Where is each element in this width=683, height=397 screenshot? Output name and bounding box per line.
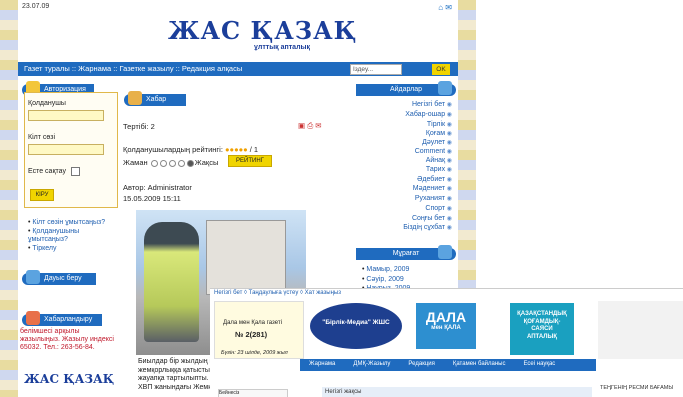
category-item[interactable]: Тарих xyxy=(426,166,452,173)
weekly-logo[interactable]: ҚАЗАҚСТАНДЫҚ ҚОҒАМДЫҚ- САЯСИ АПТАЛЫҚ xyxy=(510,303,574,355)
browser-viewport: { "header":{"date":"23.07.09","logo":"ЖА… xyxy=(0,0,683,397)
overlay-menu-item[interactable]: ДМҚ-Жазылу xyxy=(344,359,399,369)
rating-stars: ●●●●● xyxy=(225,145,248,154)
ornament-left xyxy=(0,0,18,397)
archive-header: Мұрағат xyxy=(356,245,456,260)
overlay-menu-item[interactable]: Қатамен байланыс xyxy=(444,359,515,369)
search-input[interactable]: Іздеу... xyxy=(350,64,402,75)
vote-icon xyxy=(26,270,40,284)
pdf-icon[interactable]: ▣ xyxy=(298,121,305,130)
ads-text: белімшесі арқылы жазылыңыз. Жазылу индекс… xyxy=(20,328,114,351)
home-icon[interactable]: ⌂ xyxy=(438,3,443,12)
search-button[interactable]: OK xyxy=(432,64,450,75)
article-datetime: 15.05.2009 15:11 xyxy=(123,194,181,203)
forgot-password-link[interactable]: Кілт сөзін ұмытсаңыз? xyxy=(28,219,108,228)
issue-title: Дала мен Қала газеті xyxy=(223,320,282,326)
rating-row: Қолданушылардың рейтингі: ●●●●● / 1 xyxy=(123,145,259,154)
remember-label: Есте сақтау xyxy=(28,168,66,175)
category-item[interactable]: Біздің сұхбат xyxy=(403,224,452,231)
archive-item[interactable]: Сәуір, 2009 xyxy=(362,276,403,283)
news-icon xyxy=(128,91,142,105)
category-item[interactable]: Хабар-ошар xyxy=(405,111,452,118)
ads-header: Хабарландыру xyxy=(22,311,102,326)
rating-radio-4[interactable] xyxy=(177,159,185,167)
megaphone-icon xyxy=(26,311,40,325)
rating-scale: Жаман Жақсы xyxy=(123,158,219,167)
birlik-media-logo[interactable]: "Бірлік-Медиа" ЖШС xyxy=(310,303,402,349)
article-order: Тертібі: 2 xyxy=(123,122,155,131)
article-author: Автор: Administrator xyxy=(123,183,192,192)
password-field[interactable] xyxy=(28,144,104,155)
article-tools: ▣ ⎙ ✉ xyxy=(298,121,322,131)
header-icons: ⌂ ✉ xyxy=(438,3,452,12)
photo-building xyxy=(206,220,286,295)
auth-links: Кілт сөзін ұмытсаңыз? Қолданушыны ұмытса… xyxy=(28,219,108,253)
category-item[interactable]: Тірлік xyxy=(427,121,452,128)
archive-icon xyxy=(438,245,452,259)
category-item[interactable]: Comment xyxy=(415,148,452,155)
register-link[interactable]: Тіркелу xyxy=(28,245,108,254)
overlay-menu-item[interactable]: Жарнама xyxy=(300,359,344,369)
password-label: Кілт сөзі xyxy=(28,134,56,141)
overlay-menu-item[interactable]: Редакция xyxy=(399,359,443,369)
date-label: 23.07.09 xyxy=(22,3,50,10)
category-item[interactable]: Дәулет xyxy=(422,139,452,146)
username-label: Қолданушы xyxy=(28,100,66,107)
rating-button[interactable]: РЕЙТИНГ xyxy=(228,155,272,167)
photo-officer xyxy=(144,222,199,342)
overlay-main-heading: Негізгі жақсы xyxy=(322,387,592,397)
rating-radio-2[interactable] xyxy=(159,159,167,167)
category-item[interactable]: Соңғы бет xyxy=(412,215,452,222)
pencil-icon xyxy=(438,81,452,95)
site-logo[interactable]: ЖАС ҚАЗАҚ xyxy=(168,16,357,45)
overlay-menu: Жарнама ДМҚ-Жазылу Редакция Қатамен байланы… xyxy=(300,359,596,371)
email-icon[interactable]: ✉ xyxy=(315,121,321,130)
login-button[interactable]: КІРУ xyxy=(30,189,54,201)
vote-header: Дауыс беру xyxy=(22,270,96,285)
issue-number: № 2(281) xyxy=(235,330,268,339)
rating-radio-1[interactable] xyxy=(150,159,158,167)
forgot-username-link[interactable]: Қолданушыны ұмытсаңыз? xyxy=(28,228,108,245)
categories-header: Айдарлар xyxy=(356,81,456,96)
category-item[interactable]: Мәдениет xyxy=(413,185,452,192)
rating-radio-3[interactable] xyxy=(168,159,176,167)
category-item[interactable]: Әдебиет xyxy=(417,176,452,183)
footer-logo[interactable]: ЖАС ҚАЗАҚ xyxy=(24,372,114,386)
print-icon[interactable]: ⎙ xyxy=(307,121,313,130)
overlay-crumbs[interactable]: Негізгі бет ◊ Таңдаулыға үстеу ◊ Хат жаз… xyxy=(210,289,683,299)
category-item[interactable]: Спорт xyxy=(425,205,452,212)
overlay-side-box: Бейнесіз xyxy=(218,389,288,397)
username-field[interactable] xyxy=(28,110,104,121)
rating-radio-5[interactable] xyxy=(186,159,194,167)
category-item[interactable]: Айнақ xyxy=(426,157,452,164)
category-item[interactable]: Руханият xyxy=(415,195,452,202)
overlay-menu-item[interactable]: Есеі науқас xyxy=(514,359,564,369)
issue-box: Дала мен Қала газеті № 2(281) Бүгін: 23 … xyxy=(214,301,304,359)
site-header: 23.07.09 ЖАС ҚАЗАҚ ұлттық апталық ⌂ ✉ xyxy=(18,0,458,60)
category-item[interactable]: Қоғам xyxy=(426,130,452,137)
mail-icon[interactable]: ✉ xyxy=(445,3,452,12)
category-item[interactable]: Негізгі бет xyxy=(412,101,452,108)
dala-men-kala-logo[interactable]: ДАЛА мен ҚАЛА xyxy=(416,303,476,349)
archive-item[interactable]: Мамыр, 2009 xyxy=(362,266,409,273)
overlay-exchange-rate: ТЕҢГЕНІҢ РЕСМИ БАҒАМЫ xyxy=(600,385,674,391)
article-section-header: Хабар xyxy=(124,91,186,106)
site-subtitle: ұлттық апталық xyxy=(254,44,310,51)
overlay-gray-panel xyxy=(598,301,683,359)
second-site-screenshot: Негізгі бет ◊ Таңдаулыға үстеу ◊ Хат жаз… xyxy=(210,288,683,397)
remember-checkbox[interactable] xyxy=(71,167,80,176)
issue-date: Бүгін: 23 шілде, 2009 жыл xyxy=(221,350,288,356)
